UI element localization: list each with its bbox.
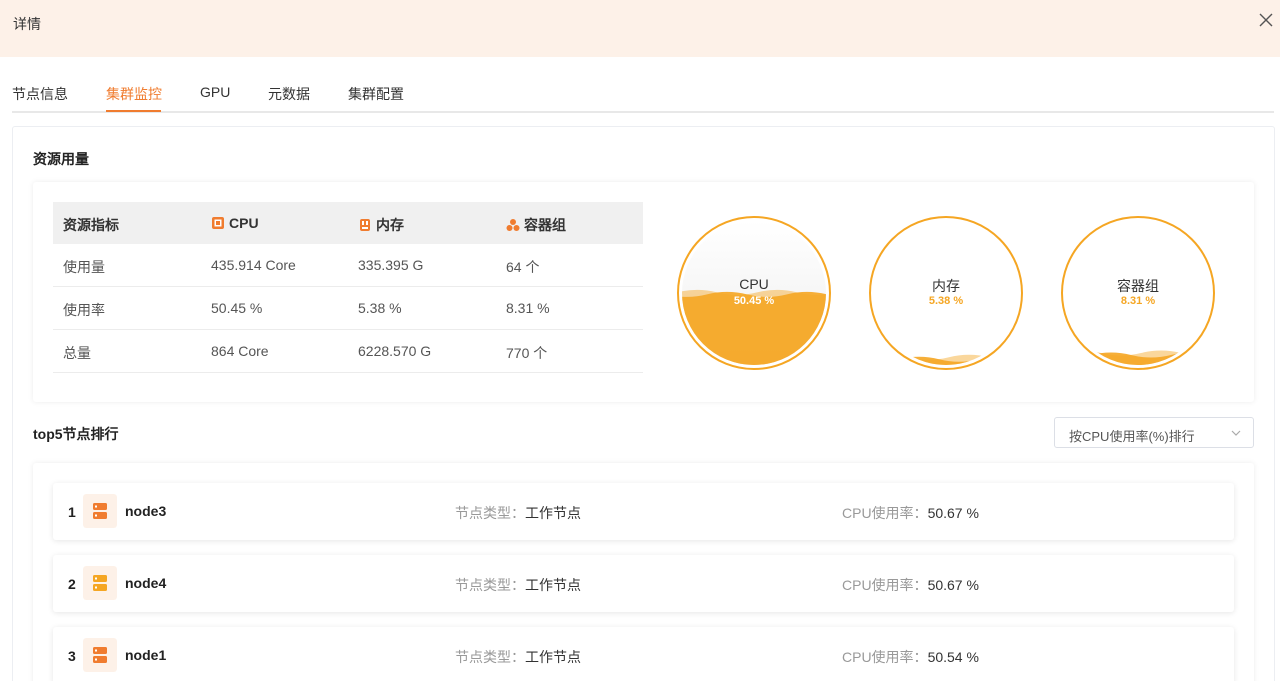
node-type: 节点类型：工作节点	[455, 503, 581, 523]
list-item[interactable]: 2 node4 节点类型：工作节点 CPU使用率：50.67 %	[53, 555, 1234, 612]
node-type-label: 节点类型：	[455, 505, 525, 521]
header-cpu-label: CPU	[229, 215, 259, 231]
cpu-gauge: CPU 50.45 %	[677, 216, 831, 370]
list-item[interactable]: 1 node3 节点类型：工作节点 CPU使用率：50.67 %	[53, 483, 1234, 540]
cell-value: 8.31 %	[506, 300, 550, 316]
server-icon	[83, 638, 117, 672]
cell-value: 864 Core	[211, 343, 269, 359]
tab-bar: 节点信息 集群监控 GPU 元数据 集群配置	[12, 75, 1274, 113]
node-name: node3	[125, 503, 167, 519]
node-type-value: 工作节点	[525, 505, 581, 521]
tab-node-info[interactable]: 节点信息	[12, 84, 68, 104]
node-type-value: 工作节点	[525, 649, 581, 665]
node-rank: 3	[68, 648, 76, 664]
server-icon	[83, 566, 117, 600]
container-group-icon	[506, 219, 520, 231]
cell-value: 64 个	[506, 259, 540, 275]
node-usage: CPU使用率：50.67 %	[842, 575, 979, 595]
tab-gpu[interactable]: GPU	[200, 84, 230, 100]
row-label: 使用量	[63, 259, 105, 275]
node-type-value: 工作节点	[525, 577, 581, 593]
node-usage: CPU使用率：50.54 %	[842, 647, 979, 667]
cell-value: 50.45 %	[211, 300, 263, 316]
resource-section-title: 资源用量	[33, 151, 89, 167]
active-tab-indicator	[106, 110, 161, 112]
sort-select[interactable]: 按CPU使用率(%)排行	[1054, 417, 1254, 448]
gauge-graphic	[677, 216, 831, 370]
header-memory: 内存	[358, 215, 404, 235]
memory-icon	[360, 219, 370, 231]
list-item[interactable]: 3 node1 节点类型：工作节点 CPU使用率：50.54 %	[53, 627, 1234, 681]
tab-metadata[interactable]: 元数据	[268, 84, 310, 104]
node-type-label: 节点类型：	[455, 649, 525, 665]
close-icon[interactable]	[1258, 12, 1274, 28]
node-name: node4	[125, 575, 167, 591]
table-row: 总量 864 Core 6228.570 G 770 个	[53, 330, 643, 373]
cell-value: 770 个	[506, 345, 548, 361]
sort-select-value: 按CPU使用率(%)排行	[1069, 429, 1195, 444]
row-label: 总量	[63, 345, 91, 361]
cell-value: 335.395 G	[358, 257, 424, 273]
node-usage-value: 50.67 %	[927, 577, 979, 593]
node-usage-value: 50.67 %	[927, 505, 979, 521]
gauge-label: 内存	[932, 278, 960, 294]
cell-value: 5.38 %	[358, 300, 402, 316]
node-type-label: 节点类型：	[455, 577, 525, 593]
header-metric: 资源指标	[63, 217, 119, 233]
node-type: 节点类型：工作节点	[455, 647, 581, 667]
resource-card: 资源指标 CPU 内存 容器组 使用量 435.914 Core 335.395…	[33, 182, 1254, 402]
header-memory-label: 内存	[376, 217, 404, 233]
table-header: 资源指标 CPU 内存 容器组	[53, 202, 643, 244]
dialog-title: 详情	[13, 16, 41, 32]
node-usage-label: CPU使用率：	[842, 505, 928, 521]
table-row: 使用率 50.45 % 5.38 % 8.31 %	[53, 287, 643, 330]
header-pods-label: 容器组	[524, 217, 566, 233]
cell-value: 435.914 Core	[211, 257, 296, 273]
resource-table: 资源指标 CPU 内存 容器组 使用量 435.914 Core 335.395…	[53, 202, 643, 373]
memory-gauge: 内存 5.38 %	[869, 216, 1023, 370]
node-type: 节点类型：工作节点	[455, 575, 581, 595]
node-usage: CPU使用率：50.67 %	[842, 503, 979, 523]
pods-gauge: 容器组 8.31 %	[1061, 216, 1215, 370]
node-name: node1	[125, 647, 167, 663]
node-usage-value: 50.54 %	[927, 649, 979, 665]
tab-cluster-config[interactable]: 集群配置	[348, 84, 404, 104]
header-cpu: CPU	[211, 215, 259, 231]
node-rank: 1	[68, 504, 76, 520]
gauge-value: 8.31 %	[1120, 295, 1156, 307]
tab-cluster-monitor[interactable]: 集群监控	[106, 84, 162, 104]
node-usage-label: CPU使用率：	[842, 577, 928, 593]
dialog-header: 详情	[0, 0, 1280, 57]
chevron-down-icon	[1231, 430, 1241, 436]
table-row: 使用量 435.914 Core 335.395 G 64 个	[53, 244, 643, 287]
gauge-value: 5.38 %	[928, 295, 964, 307]
top5-list: 1 node3 节点类型：工作节点 CPU使用率：50.67 % 2 node4…	[33, 463, 1254, 681]
cell-value: 6228.570 G	[358, 343, 432, 359]
node-usage-label: CPU使用率：	[842, 649, 928, 665]
cpu-icon	[212, 217, 224, 229]
node-rank: 2	[68, 576, 76, 592]
gauge-label: CPU	[739, 276, 769, 292]
top5-section-title: top5节点排行	[33, 426, 119, 442]
server-icon	[83, 494, 117, 528]
header-pods: 容器组	[506, 215, 566, 235]
row-label: 使用率	[63, 302, 105, 318]
gauge-value: 50.45 %	[733, 295, 775, 307]
gauge-label: 容器组	[1117, 278, 1159, 294]
